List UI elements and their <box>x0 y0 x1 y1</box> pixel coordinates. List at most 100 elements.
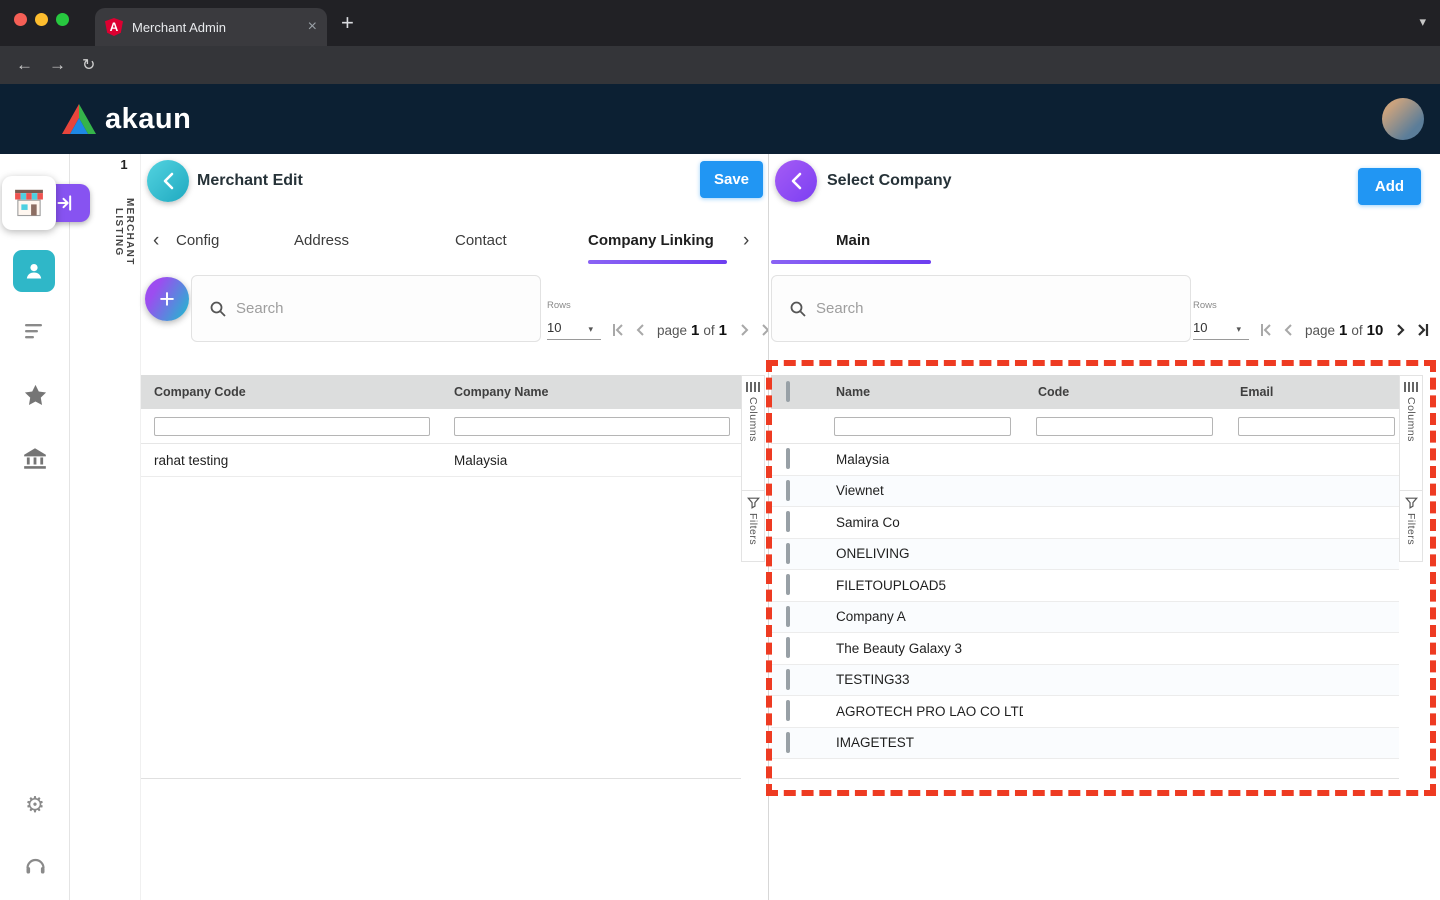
filters-label: Filters <box>747 513 759 545</box>
merchant-listing-label: 1 MERCHANT LISTING <box>113 157 135 287</box>
sidebar-item-favorites[interactable] <box>0 382 70 409</box>
filter-row <box>771 409 1399 444</box>
header-name: Name <box>821 385 1023 399</box>
add-link-button[interactable]: + <box>145 277 189 321</box>
company-select-table: Name Code Email Malaysia Viewnet <box>771 375 1399 779</box>
settings-gear-icon[interactable]: ⚙ <box>0 792 70 818</box>
filter-funnel-icon <box>1405 497 1418 509</box>
row-checkbox[interactable] <box>786 637 790 658</box>
next-page-icon[interactable] <box>733 318 754 342</box>
filter-company-name-input[interactable] <box>454 417 730 436</box>
support-icon[interactable] <box>0 854 70 878</box>
row-checkbox[interactable] <box>786 700 790 721</box>
filter-company-code-input[interactable] <box>154 417 430 436</box>
table-row[interactable]: AGROTECH PRO LAO CO LTD <box>771 696 1399 728</box>
maximize-window-button[interactable] <box>56 13 69 26</box>
filter-email-input[interactable] <box>1238 417 1395 436</box>
select-company-panel: Select Company Add Main Rows 10 ▾ page <box>768 154 1440 900</box>
page-total: 1 <box>719 322 727 339</box>
row-checkbox[interactable] <box>786 574 790 595</box>
row-checkbox[interactable] <box>786 732 790 753</box>
table-row[interactable]: Samira Co <box>771 507 1399 539</box>
table-row[interactable]: IMAGETEST <box>771 728 1399 760</box>
company-name-cell: ONELIVING <box>821 546 1023 561</box>
table-row[interactable]: ONELIVING <box>771 539 1399 571</box>
pagination: page 1 of 1 <box>607 318 777 342</box>
table-row[interactable]: Malaysia <box>771 444 1399 476</box>
close-window-button[interactable] <box>14 13 27 26</box>
table-row[interactable]: TESTING33 <box>771 665 1399 697</box>
filter-name-input[interactable] <box>834 417 1011 436</box>
tab-main[interactable]: Main <box>836 232 870 249</box>
new-tab-button[interactable]: + <box>341 10 354 36</box>
search-input[interactable] <box>236 300 467 317</box>
rows-per-page-select[interactable]: 10 ▾ <box>1193 312 1249 340</box>
of-word: of <box>703 323 714 338</box>
add-button[interactable]: Add <box>1358 168 1421 205</box>
tabs-scroll-left-icon[interactable]: ‹ <box>153 230 159 252</box>
back-button-merchant-edit[interactable] <box>147 160 189 202</box>
row-checkbox[interactable] <box>786 669 790 690</box>
tab-search-chevron-icon[interactable]: ▾ <box>1419 14 1426 30</box>
table-row[interactable]: FILETOUPLOAD5 <box>771 570 1399 602</box>
search-box[interactable] <box>771 275 1191 342</box>
row-checkbox[interactable] <box>786 448 790 469</box>
table-side-controls: Columns Filters <box>741 375 765 562</box>
filter-funnel-icon <box>747 497 760 509</box>
columns-toggle[interactable]: Columns <box>741 375 765 491</box>
sidebar-item-merchant[interactable] <box>13 250 55 292</box>
prev-page-icon[interactable] <box>630 318 651 342</box>
akaun-logo[interactable]: akaun <box>62 103 191 136</box>
search-input[interactable] <box>816 300 1096 317</box>
header-company-name: Company Name <box>441 385 741 399</box>
rows-per-page-select[interactable]: 10 ▾ <box>547 312 601 340</box>
sidebar-item-company[interactable] <box>0 446 70 470</box>
back-button-select-company[interactable] <box>775 160 817 202</box>
row-checkbox[interactable] <box>786 480 790 501</box>
table-row[interactable]: The Beauty Galaxy 3 <box>771 633 1399 665</box>
company-name-cell: The Beauty Galaxy 3 <box>821 641 1023 656</box>
table-side-controls: Columns Filters <box>1399 375 1423 562</box>
minimize-window-button[interactable] <box>35 13 48 26</box>
tab-favicon-icon: A <box>105 18 123 36</box>
listing-index: 1 <box>113 157 135 172</box>
row-checkbox[interactable] <box>786 511 790 532</box>
next-page-icon[interactable] <box>1389 318 1410 342</box>
traffic-lights <box>14 13 69 26</box>
browser-tab[interactable]: A Merchant Admin × <box>95 8 327 46</box>
prev-page-icon[interactable] <box>1278 318 1299 342</box>
sidebar-item-listing[interactable] <box>0 322 70 342</box>
table-row[interactable]: Company A <box>771 602 1399 634</box>
tab-contact[interactable]: Contact <box>455 232 507 249</box>
last-page-icon[interactable] <box>1412 318 1433 342</box>
rows-label: Rows <box>1193 300 1217 311</box>
page-number: 1 <box>1339 322 1347 339</box>
back-button[interactable]: ← <box>16 55 33 75</box>
tab-company-linking[interactable]: Company Linking <box>588 232 714 249</box>
save-button[interactable]: Save <box>700 161 763 198</box>
columns-toggle[interactable]: Columns <box>1399 375 1423 491</box>
filters-toggle[interactable]: Filters <box>741 490 765 562</box>
tab-close-icon[interactable]: × <box>308 19 317 35</box>
tab-config[interactable]: Config <box>176 232 219 249</box>
select-company-tabs: Main <box>769 224 1440 264</box>
filter-code-input[interactable] <box>1036 417 1213 436</box>
search-box[interactable] <box>191 275 541 342</box>
merchant-applet-icon[interactable] <box>2 176 56 230</box>
first-page-icon[interactable] <box>1255 318 1276 342</box>
tab-address[interactable]: Address <box>294 232 349 249</box>
row-checkbox[interactable] <box>786 543 790 564</box>
rows-label: Rows <box>547 300 571 311</box>
select-all-checkbox[interactable] <box>786 381 790 402</box>
filters-toggle[interactable]: Filters <box>1399 490 1423 562</box>
table-row[interactable]: rahat testing Malaysia <box>141 444 741 477</box>
tabs-scroll-right-icon[interactable]: › <box>743 230 749 252</box>
first-page-icon[interactable] <box>607 318 628 342</box>
listing-title-vertical: MERCHANT LISTING <box>113 177 135 287</box>
user-avatar[interactable] <box>1382 98 1424 140</box>
table-row[interactable]: Viewnet <box>771 476 1399 508</box>
of-word: of <box>1351 323 1362 338</box>
reload-button[interactable]: ↻ <box>82 55 95 75</box>
forward-button[interactable]: → <box>49 55 66 75</box>
row-checkbox[interactable] <box>786 606 790 627</box>
